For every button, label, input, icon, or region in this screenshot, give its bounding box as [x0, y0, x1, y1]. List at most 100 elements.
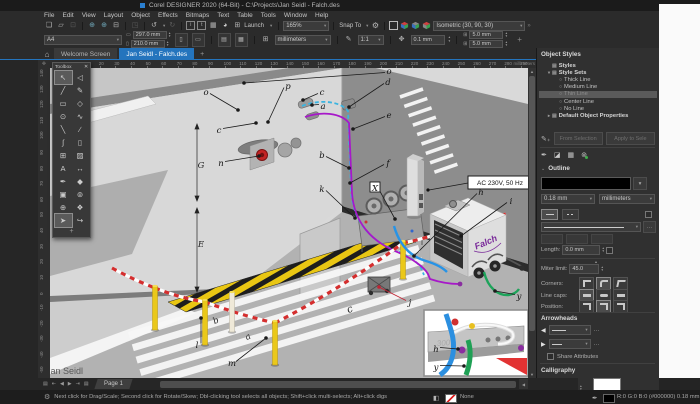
menu-effects[interactable]: Effects: [154, 12, 182, 19]
table-tool-icon[interactable]: ⊞: [55, 149, 72, 162]
toolbox-add-button[interactable]: +: [53, 227, 90, 237]
page-height-field[interactable]: 210.0 mm: [131, 40, 165, 48]
menu-tools[interactable]: Tools: [257, 12, 280, 19]
text-info-icon[interactable]: t: [197, 21, 206, 30]
pick-alt-tool-icon[interactable]: ➤: [55, 214, 72, 227]
from-selection-button[interactable]: From Selection: [554, 132, 603, 145]
page-flip-icon[interactable]: ▤: [42, 381, 49, 387]
line-style-solid-button[interactable]: [541, 209, 558, 220]
fill-none-swatch[interactable]: [445, 394, 457, 403]
add-page-icon[interactable]: ▤: [83, 381, 90, 387]
new-document-tab-button[interactable]: +: [196, 51, 208, 58]
launch-dropdown-arrow[interactable]: ▾: [268, 23, 272, 29]
tree-item-center-line[interactable]: ○Center Line: [539, 98, 657, 105]
drawing-scale-icon[interactable]: ✎: [344, 35, 354, 44]
menu-view[interactable]: View: [78, 12, 100, 19]
export-icon[interactable]: ⊕: [99, 21, 109, 30]
page-width-spinner[interactable]: ▴▾: [169, 32, 171, 39]
page-size-combo[interactable]: A4▾: [44, 35, 122, 45]
page-height-spinner[interactable]: ▴▾: [167, 41, 169, 48]
add-toolbar-item-button[interactable]: +: [517, 35, 522, 44]
stitch-option-2[interactable]: [566, 234, 588, 244]
share-attributes-checkbox[interactable]: [547, 353, 554, 360]
brush-icon[interactable]: ✒: [541, 151, 547, 159]
arrowhead-start-more[interactable]: …: [594, 327, 600, 333]
ruler-origin-button[interactable]: ✥: [38, 60, 50, 68]
launch-circle-icon[interactable]: ◕: [220, 21, 230, 30]
nudge-spinner[interactable]: ▴▾: [449, 36, 451, 43]
smart-fill-tool-icon[interactable]: ◆: [72, 175, 89, 188]
import-icon[interactable]: ⊕: [87, 21, 97, 30]
hscroll-left-button[interactable]: ◀: [519, 379, 528, 389]
fill-icon[interactable]: ◪: [554, 151, 561, 159]
save-icon[interactable]: ⊡: [68, 21, 78, 30]
home-icon[interactable]: ⌂: [42, 50, 52, 59]
horizontal-ruler[interactable]: 5001020304050607080901001101201301401501…: [50, 60, 536, 68]
tree-item-default-object-properties[interactable]: ▸▤Default Object Properties: [539, 112, 657, 119]
page-tab[interactable]: Page 1: [94, 379, 132, 389]
menu-help[interactable]: Help: [311, 12, 332, 19]
menu-layout[interactable]: Layout: [100, 12, 128, 19]
miter-limit-field[interactable]: 45.0: [569, 264, 599, 274]
info-icon[interactable]: i: [186, 21, 195, 30]
freehand-tool-icon[interactable]: ✎: [72, 84, 89, 97]
launch-label[interactable]: Launch: [244, 23, 264, 29]
menu-text[interactable]: Text: [213, 12, 233, 19]
dimension-tool-icon[interactable]: ↔: [72, 162, 89, 175]
nudge-field[interactable]: 0.1 mm: [411, 35, 445, 45]
outline-tool-icon[interactable]: ⊚: [72, 188, 89, 201]
page-width-field[interactable]: 297.0 mm: [133, 31, 167, 39]
last-page-icon[interactable]: ⇥: [75, 381, 81, 387]
current-page-button[interactable]: ▦: [235, 33, 248, 47]
menu-edit[interactable]: Edit: [58, 12, 77, 19]
stitch-option-1[interactable]: [541, 234, 563, 244]
zoom-level-combo[interactable]: 165%▾: [283, 21, 329, 31]
tree-item-thin-line[interactable]: ○Thin Line: [539, 91, 657, 98]
drawing-canvas[interactable]: Falch AC 230V, 50 Hz 300: [50, 68, 528, 378]
arrowhead-end-combo[interactable]: ▾: [549, 339, 591, 349]
duplicate-x-spinner[interactable]: ▴▾: [505, 32, 507, 39]
all-pages-button[interactable]: ▤: [218, 33, 231, 47]
outline-color-dropdown[interactable]: ▾: [633, 177, 647, 190]
pan-tool-icon[interactable]: ❖: [72, 201, 89, 214]
zoom-tool-icon[interactable]: ⊕: [55, 201, 72, 214]
length-spinner[interactable]: ▴▾: [602, 247, 604, 254]
projection-right-icon[interactable]: [422, 21, 431, 30]
next-page-icon[interactable]: ▶: [67, 381, 73, 387]
duplicate-x-field[interactable]: 5.0 mm: [469, 31, 503, 39]
horizontal-scroll-thumb[interactable]: [160, 381, 516, 388]
vertical-scroll-thumb[interactable]: [529, 76, 535, 331]
length-field[interactable]: 0.0 mm: [562, 245, 600, 255]
line-style-more-button[interactable]: …: [643, 221, 656, 233]
spiral-tool-icon[interactable]: ∿: [72, 110, 89, 123]
proof-icon[interactable]: ▦: [208, 21, 218, 30]
tree-item-thick-line[interactable]: ○Thick Line: [539, 76, 657, 83]
snap-to-button[interactable]: Snap To: [338, 23, 362, 29]
tree-item-style-sets[interactable]: ▾▤Style Sets: [539, 69, 657, 76]
rectangle-tool-icon[interactable]: ▭: [55, 97, 72, 110]
outline-units-combo[interactable]: millimeters▾: [599, 194, 655, 204]
menu-file[interactable]: File: [40, 12, 58, 19]
drawing-scale-combo[interactable]: 1:1▾: [358, 35, 384, 45]
undo-dropdown-arrow[interactable]: ▾: [161, 23, 165, 29]
outline-icon[interactable]: ⊚: [581, 151, 587, 159]
duplicate-y-spinner[interactable]: ▴▾: [505, 41, 507, 48]
length-checkbox[interactable]: [606, 247, 613, 254]
copy-icon[interactable]: ◳: [130, 21, 140, 30]
undo-icon[interactable]: ↺: [149, 21, 159, 30]
menu-table[interactable]: Table: [233, 12, 257, 19]
projection-combo[interactable]: Isometric (30, 90, 30)▾: [433, 21, 525, 31]
stitch-option-3[interactable]: [591, 234, 613, 244]
units-combo[interactable]: millimeters▾: [275, 35, 331, 45]
app-launcher-icon[interactable]: ⊞: [232, 21, 242, 30]
ellipse-tool-icon[interactable]: ⊙: [55, 110, 72, 123]
vertical-scrollbar[interactable]: ▲ ▼: [528, 68, 536, 378]
line-tool-icon[interactable]: ╲: [55, 123, 72, 136]
tree-item-no-line[interactable]: ○No Line: [539, 105, 657, 112]
projection-front-icon[interactable]: [411, 21, 420, 30]
scroll-up-arrow[interactable]: ▲: [528, 69, 536, 74]
connector-tool-icon[interactable]: ∕: [72, 123, 89, 136]
outline-width-combo[interactable]: 0.18 mm▾: [541, 194, 595, 204]
snap-dropdown-arrow[interactable]: ▾: [364, 23, 368, 29]
scroll-down-arrow[interactable]: ▼: [528, 372, 536, 377]
